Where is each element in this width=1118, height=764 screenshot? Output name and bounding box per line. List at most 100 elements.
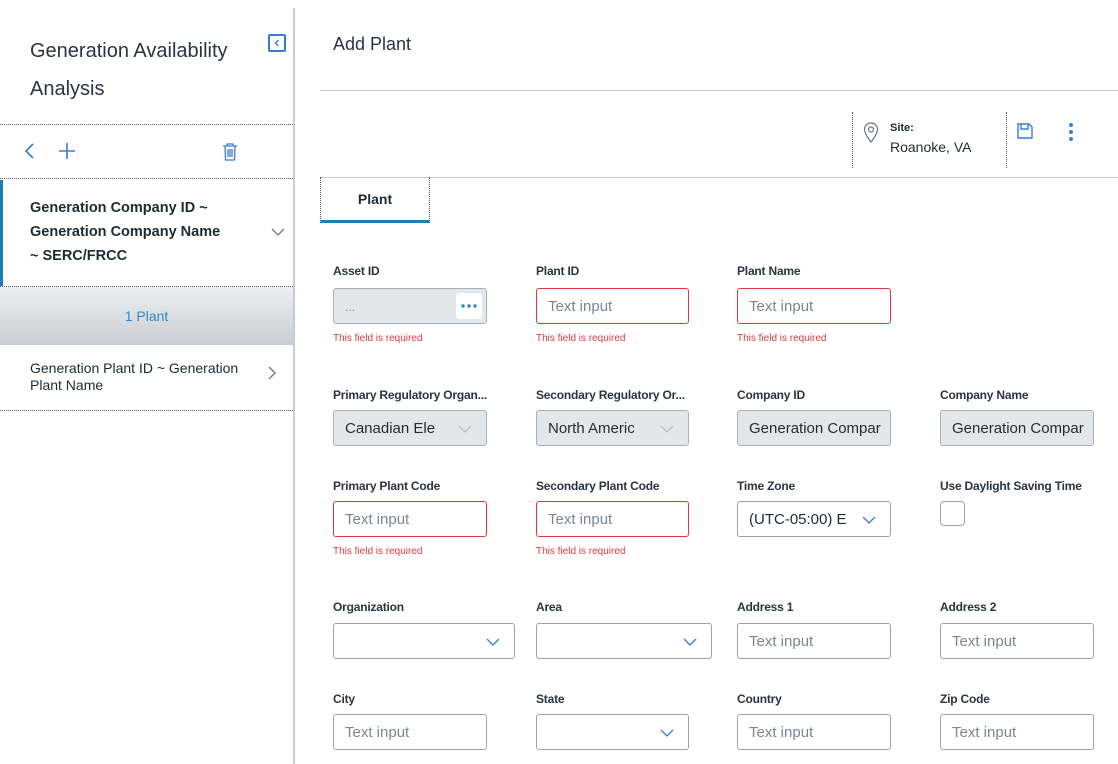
more-options-button[interactable] bbox=[1068, 122, 1074, 147]
address1-placeholder: Text input bbox=[749, 633, 814, 650]
sidebar-item-label: Generation Plant ID ~ Generation Plant N… bbox=[30, 360, 239, 393]
site-selector[interactable]: Site: Roanoke, VA bbox=[852, 112, 1007, 168]
trash-icon bbox=[223, 143, 237, 161]
plant-name-error: This field is required bbox=[737, 333, 827, 344]
divider bbox=[0, 178, 293, 179]
asset-id-value: ... bbox=[345, 300, 356, 314]
chevron-down-icon bbox=[271, 228, 285, 236]
delete-button[interactable] bbox=[219, 140, 241, 164]
chevron-down-icon bbox=[660, 425, 674, 433]
dst-checkbox[interactable] bbox=[940, 501, 965, 526]
address1-label: Address 1 bbox=[737, 600, 794, 614]
sidebar-item-plant-group[interactable]: 1 Plant bbox=[0, 287, 293, 345]
collapse-sidebar-button[interactable] bbox=[268, 34, 286, 52]
secondary-reg-org-label: Secondary Regulatory Or... bbox=[536, 388, 685, 402]
sidebar-item-generation-company[interactable]: Generation Company ID ~ Generation Compa… bbox=[0, 180, 293, 286]
zip-input[interactable]: Text input bbox=[940, 714, 1094, 750]
asset-lookup-button[interactable] bbox=[456, 293, 482, 319]
company-name-value: Generation Compar bbox=[952, 420, 1084, 437]
more-vertical-icon bbox=[1069, 123, 1073, 141]
chevron-down-icon bbox=[458, 425, 472, 433]
time-zone-label: Time Zone bbox=[737, 479, 795, 493]
city-label: City bbox=[333, 692, 355, 706]
location-pin-icon bbox=[863, 122, 879, 143]
plant-id-input[interactable]: Text input bbox=[536, 288, 689, 324]
secondary-plant-code-label: Secondary Plant Code bbox=[536, 479, 660, 493]
primary-plant-code-input[interactable]: Text input bbox=[333, 501, 487, 537]
divider bbox=[0, 124, 293, 125]
add-icon bbox=[59, 143, 75, 159]
city-input[interactable]: Text input bbox=[333, 714, 487, 750]
site-label: Site: bbox=[890, 122, 914, 134]
primary-reg-org-select[interactable]: Canadian Ele bbox=[333, 410, 487, 446]
save-button[interactable] bbox=[1016, 122, 1034, 145]
site-value: Roanoke, VA bbox=[890, 139, 972, 155]
area-select[interactable] bbox=[536, 623, 712, 659]
company-name-field: Generation Compar bbox=[940, 410, 1094, 446]
secondary-plant-code-input[interactable]: Text input bbox=[536, 501, 689, 537]
state-label: State bbox=[536, 692, 565, 706]
country-placeholder: Text input bbox=[749, 724, 814, 741]
primary-plant-code-placeholder: Text input bbox=[345, 511, 410, 528]
header-divider bbox=[320, 90, 1118, 91]
ellipsis-icon bbox=[461, 304, 477, 308]
address2-placeholder: Text input bbox=[952, 633, 1017, 650]
area-label: Area bbox=[536, 600, 562, 614]
secondary-reg-org-select[interactable]: North Americ bbox=[536, 410, 689, 446]
primary-reg-org-label: Primary Regulatory Organ... bbox=[333, 388, 487, 402]
company-name-label: Company Name bbox=[940, 388, 1029, 402]
chevron-down-icon bbox=[660, 729, 674, 737]
country-label: Country bbox=[737, 692, 782, 706]
secondary-reg-org-value: North Americ bbox=[548, 420, 635, 437]
collapse-icon bbox=[274, 39, 279, 47]
sidebar-item-generation-plant[interactable]: Generation Plant ID ~ Generation Plant N… bbox=[0, 346, 293, 410]
sidebar-item-label: 1 Plant bbox=[124, 308, 169, 324]
save-icon bbox=[1017, 123, 1033, 139]
app-title: Generation Availability Analysis bbox=[30, 40, 228, 100]
time-zone-select[interactable]: (UTC-05:00) E bbox=[737, 501, 891, 537]
country-input[interactable]: Text input bbox=[737, 714, 891, 750]
secondary-plant-code-placeholder: Text input bbox=[548, 511, 613, 528]
add-button[interactable] bbox=[56, 140, 78, 162]
primary-reg-org-value: Canadian Ele bbox=[345, 420, 436, 437]
primary-plant-code-error: This field is required bbox=[333, 546, 423, 557]
back-button[interactable] bbox=[18, 140, 40, 162]
chevron-down-icon bbox=[862, 516, 876, 524]
chevron-down-icon bbox=[486, 638, 500, 646]
sidebar-divider bbox=[293, 8, 295, 764]
plant-name-input[interactable]: Text input bbox=[737, 288, 891, 324]
tab-label: Plant bbox=[357, 190, 393, 207]
address2-input[interactable]: Text input bbox=[940, 623, 1094, 659]
asset-id-field[interactable]: ... bbox=[333, 288, 487, 324]
time-zone-value: (UTC-05:00) E bbox=[749, 511, 846, 528]
tab-plant[interactable]: Plant bbox=[320, 177, 430, 223]
zip-placeholder: Text input bbox=[952, 724, 1017, 741]
zip-label: Zip Code bbox=[940, 692, 990, 706]
state-select[interactable] bbox=[536, 714, 689, 750]
address2-label: Address 2 bbox=[940, 600, 997, 614]
city-placeholder: Text input bbox=[345, 724, 410, 741]
company-id-label: Company ID bbox=[737, 388, 806, 402]
plant-id-placeholder: Text input bbox=[548, 298, 613, 315]
company-id-value: Generation Compar bbox=[749, 420, 881, 437]
back-icon bbox=[24, 143, 34, 159]
sidebar-item-label: Generation Company ID ~ Generation Compa… bbox=[30, 200, 221, 264]
asset-id-label: Asset ID bbox=[333, 264, 380, 278]
sidebar: Generation Availability Analysis Generat… bbox=[0, 0, 293, 764]
page-title: Add Plant bbox=[333, 34, 412, 54]
divider bbox=[0, 410, 293, 411]
plant-id-label: Plant ID bbox=[536, 264, 580, 278]
chevron-down-icon bbox=[683, 638, 697, 646]
asset-id-error: This field is required bbox=[333, 333, 423, 344]
dst-label: Use Daylight Saving Time bbox=[940, 479, 1082, 493]
plant-id-error: This field is required bbox=[536, 333, 626, 344]
chevron-right-icon bbox=[268, 366, 276, 380]
organization-select[interactable] bbox=[333, 623, 515, 659]
address1-input[interactable]: Text input bbox=[737, 623, 891, 659]
toolbar-divider bbox=[320, 177, 1118, 178]
organization-label: Organization bbox=[333, 600, 404, 614]
secondary-plant-code-error: This field is required bbox=[536, 546, 626, 557]
plant-name-placeholder: Text input bbox=[749, 298, 814, 315]
plant-name-label: Plant Name bbox=[737, 264, 801, 278]
primary-plant-code-label: Primary Plant Code bbox=[333, 479, 441, 493]
